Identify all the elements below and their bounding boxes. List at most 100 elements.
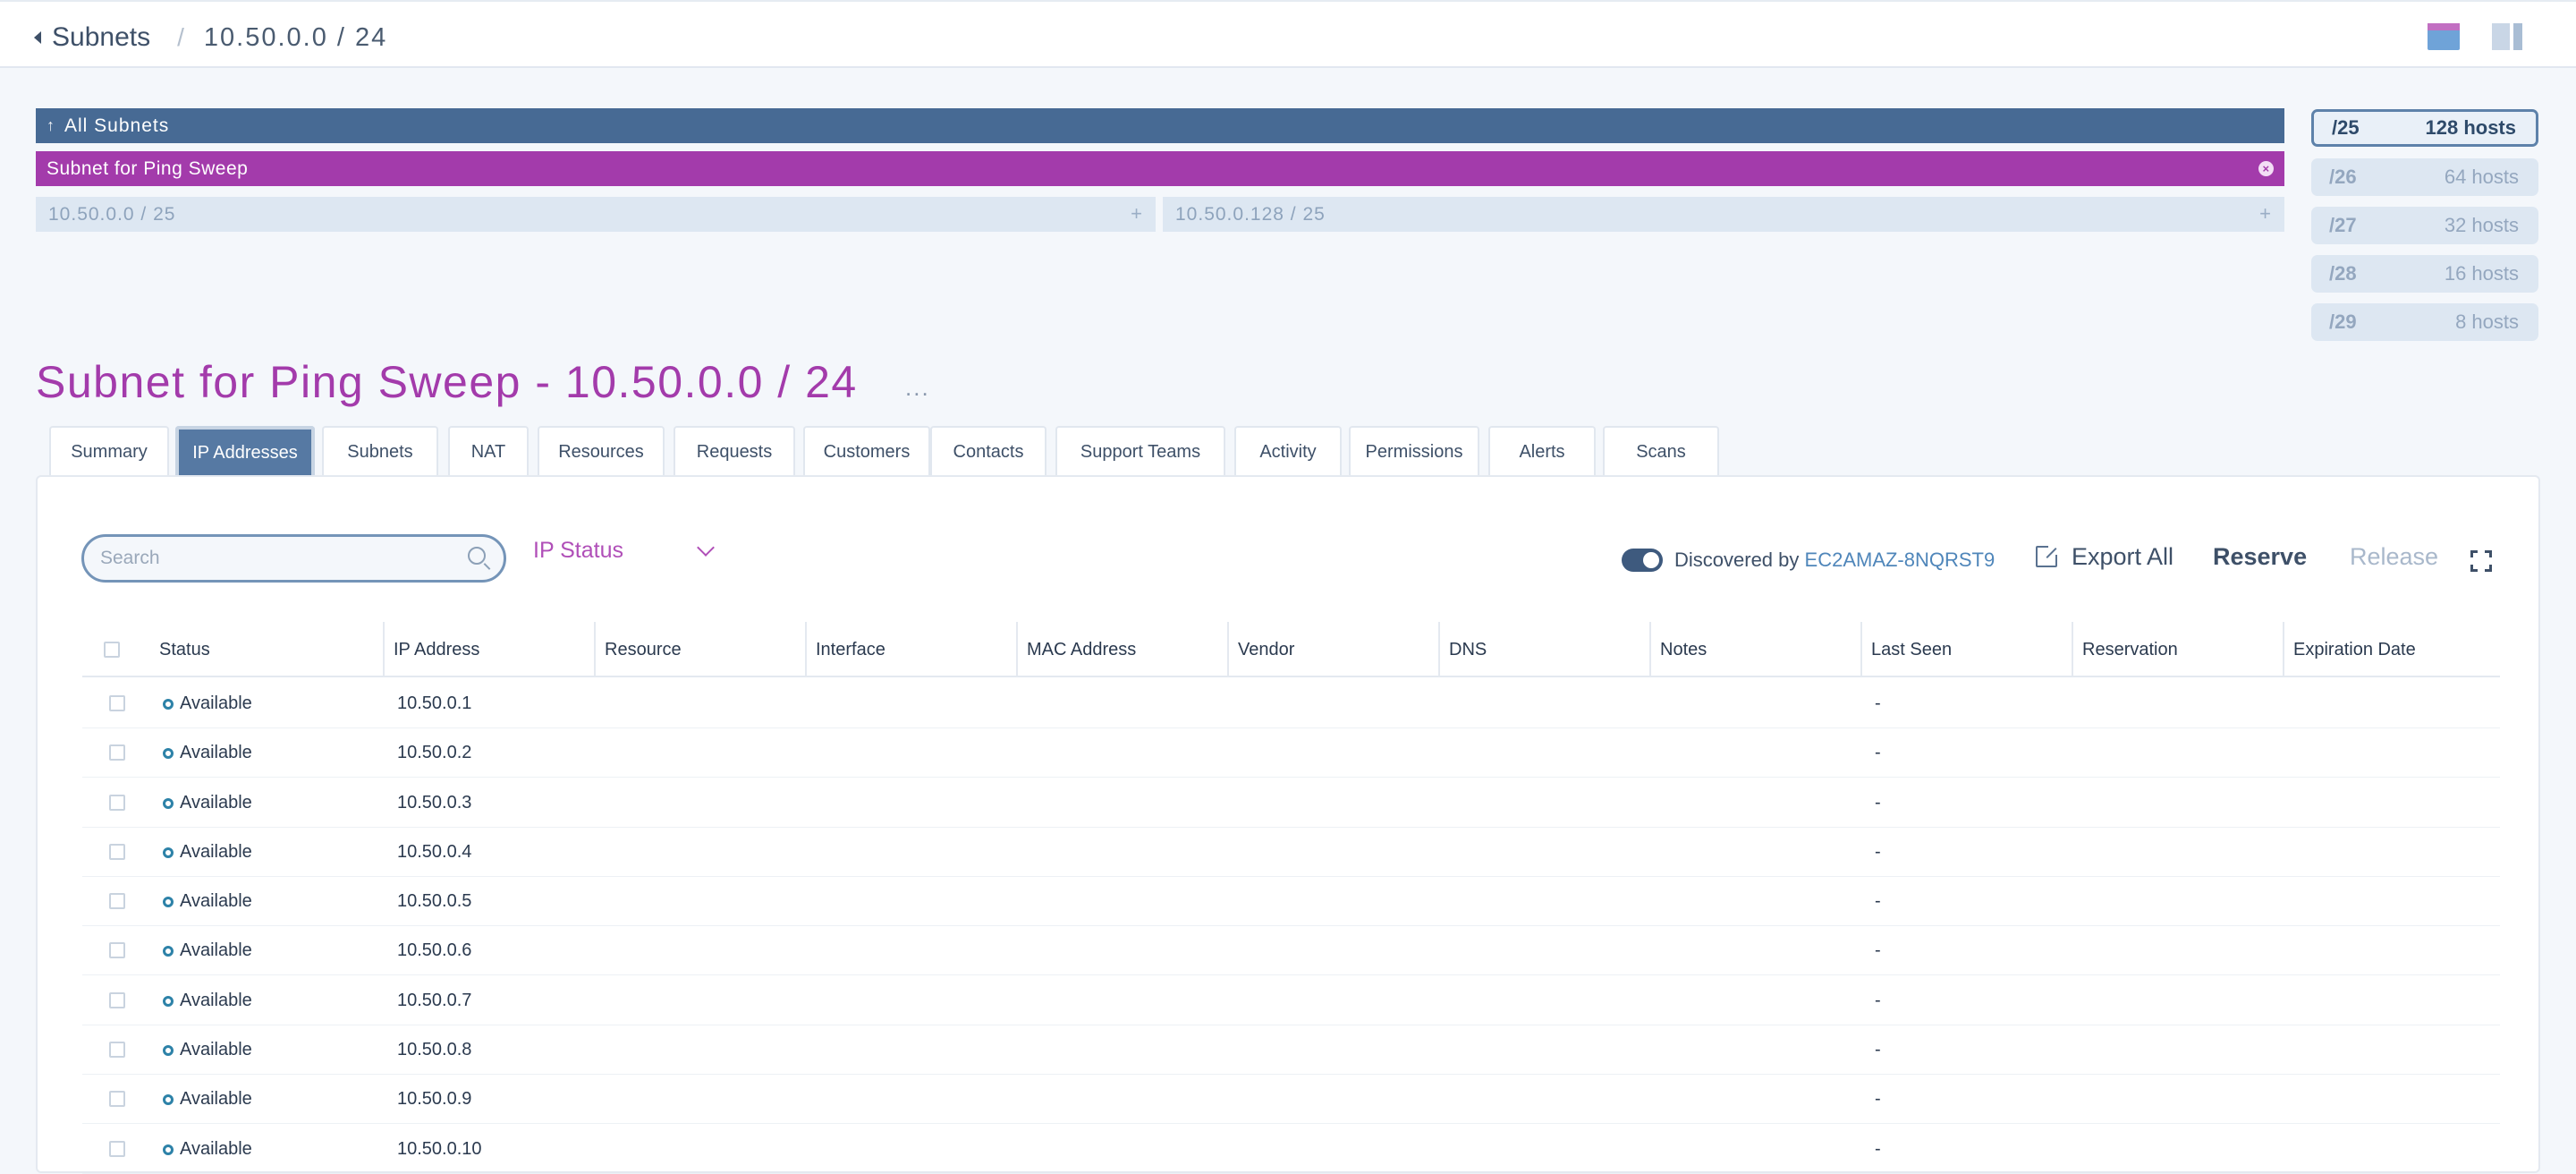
status-cell: Available — [163, 1075, 252, 1124]
breadcrumb-parent-link[interactable]: Subnets — [34, 22, 150, 53]
tab-nat[interactable]: NAT — [448, 426, 529, 476]
ip-address-cell[interactable]: 10.50.0.1 — [397, 679, 471, 728]
tab-subnets[interactable]: Subnets — [322, 426, 438, 476]
caret-left-icon — [34, 31, 41, 44]
table-row[interactable]: Available 10.50.0.2 - — [82, 728, 2500, 778]
tab-contacts[interactable]: Contacts — [930, 426, 1046, 476]
row-checkbox[interactable] — [109, 1141, 125, 1157]
size-option-28[interactable]: /28 16 hosts — [2311, 255, 2538, 293]
table-row[interactable]: Available 10.50.0.6 - — [82, 926, 2500, 975]
column-header-last-seen[interactable]: Last Seen — [1860, 622, 2072, 677]
tab-requests[interactable]: Requests — [674, 426, 795, 476]
column-header-ip-address[interactable]: IP Address — [383, 622, 594, 677]
status-text: Available — [180, 891, 252, 911]
tab-support-teams[interactable]: Support Teams — [1055, 426, 1225, 476]
ip-address-cell[interactable]: 10.50.0.6 — [397, 926, 471, 975]
row-checkbox[interactable] — [109, 744, 125, 761]
arrow-up-icon: ↑ — [47, 116, 55, 134]
plus-icon[interactable]: + — [2259, 202, 2272, 225]
table-row[interactable]: Available 10.50.0.7 - — [82, 976, 2500, 1025]
export-all-button[interactable]: Export All — [2072, 543, 2174, 571]
table-row[interactable]: Available 10.50.0.4 - — [82, 828, 2500, 877]
column-header-interface[interactable]: Interface — [805, 622, 1016, 677]
current-subnet-bar[interactable]: Subnet for Ping Sweep × — [36, 151, 2284, 186]
reserve-button[interactable]: Reserve — [2213, 543, 2307, 571]
discovered-toggle[interactable] — [1622, 549, 1663, 572]
status-text: Available — [180, 1089, 252, 1109]
ip-address-cell[interactable]: 10.50.0.3 — [397, 778, 471, 828]
column-header-notes[interactable]: Notes — [1649, 622, 1860, 677]
row-checkbox[interactable] — [109, 992, 125, 1008]
ip-address-cell[interactable]: 10.50.0.7 — [397, 976, 471, 1025]
row-checkbox[interactable] — [109, 1091, 125, 1107]
row-checkbox[interactable] — [109, 695, 125, 711]
column-header-status[interactable]: Status — [150, 622, 383, 677]
search-box[interactable] — [81, 534, 506, 583]
fullscreen-icon[interactable] — [2470, 550, 2492, 572]
size-option-27[interactable]: /27 32 hosts — [2311, 207, 2538, 244]
discovered-by-link[interactable]: EC2AMAZ-8NQRST9 — [1805, 549, 1996, 571]
ip-address-cell[interactable]: 10.50.0.8 — [397, 1025, 471, 1075]
table-row[interactable]: Available 10.50.0.3 - — [82, 778, 2500, 828]
tab-scans[interactable]: Scans — [1603, 426, 1719, 476]
tab-activity[interactable]: Activity — [1234, 426, 1342, 476]
row-checkbox[interactable] — [109, 942, 125, 958]
child-subnet-bar[interactable]: 10.50.0.128 / 25 + — [1163, 197, 2284, 232]
ip-address-cell[interactable]: 10.50.0.2 — [397, 728, 471, 778]
column-header-dns[interactable]: DNS — [1438, 622, 1649, 677]
column-header-vendor[interactable]: Vendor — [1227, 622, 1438, 677]
status-text: Available — [180, 1040, 252, 1059]
status-text: Available — [180, 793, 252, 812]
export-icon[interactable] — [2036, 544, 2059, 567]
plus-icon[interactable]: + — [1131, 202, 1143, 225]
status-cell: Available — [163, 728, 252, 778]
table-row[interactable]: Available 10.50.0.1 - — [82, 679, 2500, 728]
status-circle-icon — [163, 896, 174, 907]
more-options-icon[interactable]: ... — [905, 374, 930, 402]
column-header-expiration-date[interactable]: Expiration Date — [2283, 622, 2500, 677]
status-text: Available — [180, 842, 252, 862]
table-row[interactable]: Available 10.50.0.5 - — [82, 877, 2500, 926]
ip-addresses-panel: IP Status Discovered by EC2AMAZ-8NQRST9 … — [36, 475, 2540, 1174]
child-subnet-bar[interactable]: 10.50.0.0 / 25 + — [36, 197, 1156, 232]
tab-alerts[interactable]: Alerts — [1488, 426, 1596, 476]
split-view-icon[interactable] — [2492, 23, 2522, 50]
table-header: Status IP Address Resource Interface MAC… — [82, 622, 2500, 677]
size-hosts: 128 hosts — [2425, 116, 2517, 139]
size-hosts: 64 hosts — [2444, 166, 2519, 188]
row-checkbox[interactable] — [109, 893, 125, 909]
last-seen-cell: - — [1875, 991, 1881, 1010]
close-icon[interactable]: × — [2258, 161, 2274, 176]
size-prefix: /28 — [2329, 262, 2357, 285]
search-icon[interactable] — [468, 547, 486, 565]
ip-address-cell[interactable]: 10.50.0.9 — [397, 1075, 471, 1124]
row-checkbox[interactable] — [109, 795, 125, 811]
stacked-view-icon[interactable] — [2428, 23, 2460, 50]
search-input[interactable] — [98, 547, 456, 570]
table-row[interactable]: Available 10.50.0.10 - — [82, 1125, 2500, 1174]
release-button[interactable]: Release — [2350, 543, 2438, 571]
size-option-29[interactable]: /29 8 hosts — [2311, 303, 2538, 341]
select-all-checkbox[interactable] — [104, 642, 120, 658]
row-checkbox[interactable] — [109, 844, 125, 860]
table-row[interactable]: Available 10.50.0.8 - — [82, 1025, 2500, 1075]
tab-customers[interactable]: Customers — [803, 426, 930, 476]
last-seen-cell: - — [1875, 1089, 1881, 1109]
column-header-mac-address[interactable]: MAC Address — [1016, 622, 1227, 677]
ip-address-cell[interactable]: 10.50.0.4 — [397, 828, 471, 877]
ip-address-cell[interactable]: 10.50.0.5 — [397, 877, 471, 926]
tab-resources[interactable]: Resources — [538, 426, 665, 476]
column-header-resource[interactable]: Resource — [594, 622, 805, 677]
row-checkbox[interactable] — [109, 1042, 125, 1058]
table-row[interactable]: Available 10.50.0.9 - — [82, 1075, 2500, 1124]
ip-address-cell[interactable]: 10.50.0.10 — [397, 1125, 482, 1174]
size-option-26[interactable]: /26 64 hosts — [2311, 158, 2538, 196]
column-header-reservation[interactable]: Reservation — [2072, 622, 2283, 677]
discovered-prefix: Discovered by — [1674, 549, 1800, 571]
tab-summary[interactable]: Summary — [49, 426, 169, 476]
tab-ip-addresses[interactable]: IP Addresses — [175, 426, 315, 476]
tab-permissions[interactable]: Permissions — [1349, 426, 1479, 476]
size-option-25[interactable]: /25 128 hosts — [2311, 109, 2538, 147]
all-subnets-bar[interactable]: ↑ All Subnets — [36, 108, 2284, 143]
ip-status-dropdown[interactable]: IP Status — [533, 538, 715, 564]
